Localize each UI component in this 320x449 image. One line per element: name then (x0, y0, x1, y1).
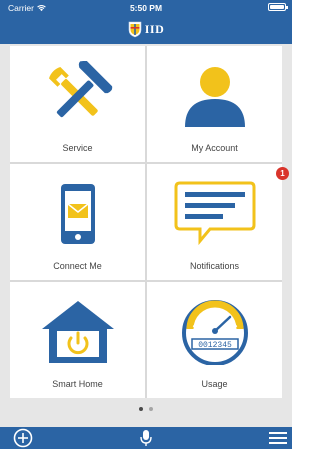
tile-label: Notifications (189, 261, 240, 271)
notifications-tile[interactable]: 1 Notifications (147, 164, 289, 280)
add-icon (13, 428, 33, 448)
connect-me-tile[interactable]: Connect Me (10, 164, 145, 280)
tile-label: Service (62, 143, 93, 153)
message-icon (174, 181, 255, 246)
tile-label: Connect Me (53, 261, 102, 271)
menu-button[interactable] (268, 429, 288, 447)
shield-logo-icon (128, 21, 142, 38)
tools-icon (48, 61, 112, 118)
app-screen: Carrier 5:50 PM IID Service My Account C… (0, 0, 292, 449)
status-time: 5:50 PM (129, 3, 163, 13)
phone-mail-icon (60, 184, 95, 244)
user-icon (184, 67, 245, 127)
battery-icon (268, 3, 288, 11)
bottom-bar (0, 427, 292, 449)
notification-badge: 1 (276, 167, 289, 180)
meter-icon: 0012345 (181, 300, 248, 365)
usage-tile[interactable]: 0012345 Usage (147, 282, 282, 398)
brand-logo: IID (0, 21, 292, 38)
smart-home-tile[interactable]: Smart Home (10, 282, 145, 398)
add-button[interactable] (12, 428, 34, 448)
top-bar: Carrier 5:50 PM IID (0, 0, 292, 44)
page-dot-active[interactable] (139, 407, 143, 411)
service-tile[interactable]: Service (10, 46, 145, 162)
brand-text: IID (144, 22, 165, 36)
menu-icon (269, 432, 287, 444)
microphone-icon (140, 430, 152, 446)
meter-reading: 0012345 (198, 341, 232, 350)
microphone-button[interactable] (139, 429, 153, 447)
tile-label: My Account (191, 143, 238, 153)
smart-home-icon (41, 301, 114, 363)
status-bar: Carrier 5:50 PM (0, 0, 292, 16)
page-dot[interactable] (149, 407, 153, 411)
page-indicator[interactable] (0, 407, 292, 411)
tile-label: Usage (201, 379, 228, 389)
tile-label: Smart Home (52, 379, 103, 389)
my-account-tile[interactable]: My Account (147, 46, 282, 162)
tile-grid: Service My Account Connect Me 1 Notifica… (10, 46, 289, 398)
